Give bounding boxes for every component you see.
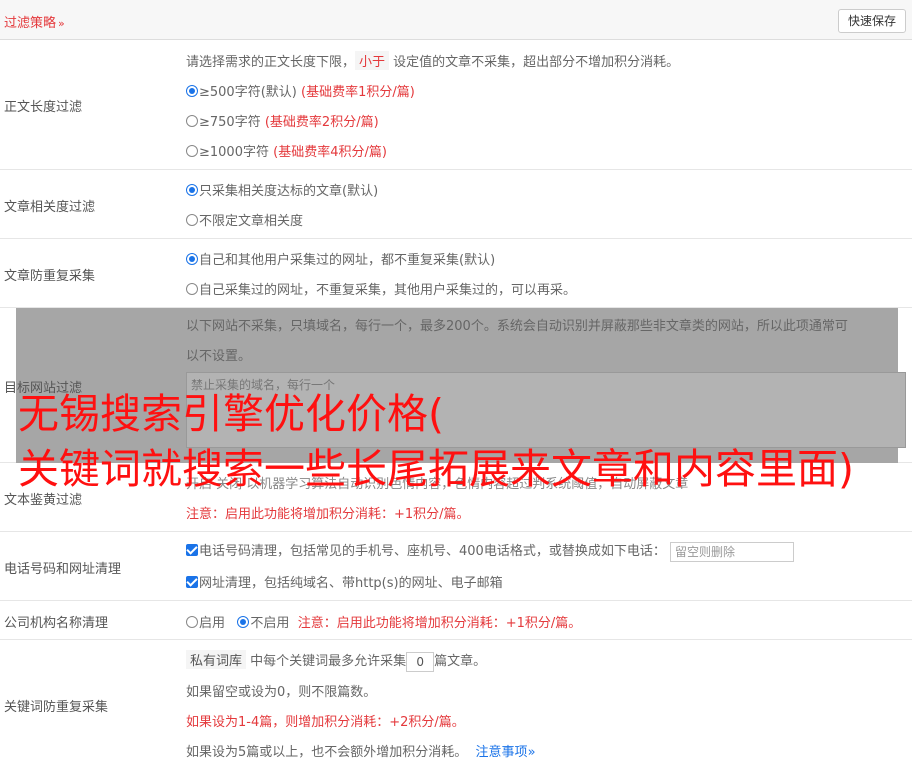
relevance-filter-row: 文章相关度过滤 只采集相关度达标的文章(默认) 不限定文章相关度 — [0, 170, 912, 239]
chevron-down-icon: » — [527, 745, 536, 760]
replacement-phone-input[interactable]: 留空则删除 — [669, 541, 794, 562]
radio-icon[interactable] — [186, 253, 198, 265]
radio-icon[interactable] — [186, 616, 198, 628]
phone-clean-label: 电话号码和网址清理 — [4, 562, 122, 577]
header-bar: 过滤策略» 快速保存 — [0, 0, 912, 40]
checkbox-icon[interactable] — [186, 544, 198, 556]
quick-save-button[interactable]: 快速保存 — [837, 9, 906, 33]
keyword-dedupe-label: 关键词防重复采集 — [4, 700, 109, 715]
radio-icon[interactable] — [186, 145, 198, 157]
max-articles-input[interactable]: 0 — [406, 651, 435, 672]
watermark-line-1: 无锡搜索引擎优化价格( — [18, 390, 444, 438]
radio-icon[interactable] — [186, 184, 198, 196]
porn-filter-note: 注意：启用此功能将增加积分消耗：+1积分/篇。 — [186, 507, 470, 522]
phone-clean-option[interactable]: 电话号码清理，包括常见的手机号、座机号、400电话格式，或替换成如下电话： 留空… — [186, 540, 794, 562]
radio-icon[interactable] — [186, 85, 198, 97]
notes-link[interactable]: 注意事项» — [476, 745, 536, 760]
relevance-filter-label: 文章相关度过滤 — [4, 200, 96, 215]
length-filter-desc: 请选择需求的正文长度下限， 小于 设定值的文章不采集，超出部分不增加积分消耗。 — [186, 51, 679, 70]
checkbox-icon[interactable] — [186, 576, 198, 588]
keyword-dedupe-desc: 私有词库 中每个关键词最多允许采集 0 篇文章。 — [186, 650, 486, 672]
company-clean-options: 启用 不启用 注意：启用此功能将增加积分消耗：+1积分/篇。 — [186, 612, 581, 631]
company-enable-radio[interactable]: 启用 — [186, 616, 225, 631]
keyword-dedupe-line3: 如果设为1-4篇，则增加积分消耗：+2积分/篇。 — [186, 715, 465, 730]
less-than-tag: 小于 — [355, 51, 390, 70]
dedupe-filter-row: 文章防重复采集 自己和其他用户采集过的网址，都不重复采集(默认) 自己采集过的网… — [0, 239, 912, 308]
dedupe-option-all[interactable]: 自己和其他用户采集过的网址，都不重复采集(默认) — [186, 249, 495, 268]
radio-icon[interactable] — [186, 214, 198, 226]
private-lexicon-tag[interactable]: 私有词库 — [186, 650, 247, 669]
site-filter-desc: 以下网站不采集，只填域名，每行一个，最多200个。系统会自动识别并屏蔽那些非文章… — [186, 319, 848, 364]
radio-icon[interactable] — [186, 283, 198, 295]
length-option-500[interactable]: ≥500字符(默认) (基础费率1积分/篇) — [186, 81, 415, 100]
url-clean-option[interactable]: 网址清理，包括纯域名、带http(s)的网址、电子邮箱 — [186, 572, 503, 591]
relevance-option-qualified[interactable]: 只采集相关度达标的文章(默认) — [186, 180, 378, 199]
watermark-line-2: 关键词就搜索一些长尾拓展来文章和内容里面) — [18, 445, 854, 493]
company-clean-row: 公司机构名称清理 启用 不启用 注意：启用此功能将增加积分消耗：+1积分/篇。 — [0, 601, 912, 640]
dedupe-option-self[interactable]: 自己采集过的网址，不重复采集，其他用户采集过的，可以再采。 — [186, 279, 576, 298]
phone-clean-row: 电话号码和网址清理 电话号码清理，包括常见的手机号、座机号、400电话格式，或替… — [0, 532, 912, 601]
keyword-dedupe-row: 关键词防重复采集 私有词库 中每个关键词最多允许采集 0 篇文章。 如果留空或设为0… — [0, 640, 912, 768]
dedupe-filter-label: 文章防重复采集 — [4, 269, 96, 284]
radio-icon[interactable] — [186, 115, 198, 127]
company-clean-label: 公司机构名称清理 — [4, 616, 109, 631]
keyword-dedupe-line2: 如果留空或设为0，则不限篇数。 — [186, 685, 377, 700]
length-filter-label: 正文长度过滤 — [4, 100, 83, 115]
chevron-down-icon[interactable]: » — [58, 17, 65, 30]
length-option-1000[interactable]: ≥1000字符 (基础费率4积分/篇) — [186, 141, 387, 160]
keyword-dedupe-line4: 如果设为5篇或以上，也不会额外增加积分消耗。 注意事项» — [186, 745, 536, 760]
radio-icon[interactable] — [237, 616, 250, 628]
relevance-option-unlimited[interactable]: 不限定文章相关度 — [186, 210, 303, 229]
filter-strategy-title[interactable]: 过滤策略» — [4, 12, 65, 31]
length-option-750[interactable]: ≥750字符 (基础费率2积分/篇) — [186, 111, 379, 130]
length-filter-row: 正文长度过滤 请选择需求的正文长度下限， 小于 设定值的文章不采集，超出部分不增加… — [0, 40, 912, 170]
company-disable-radio[interactable]: 不启用 — [237, 616, 289, 631]
